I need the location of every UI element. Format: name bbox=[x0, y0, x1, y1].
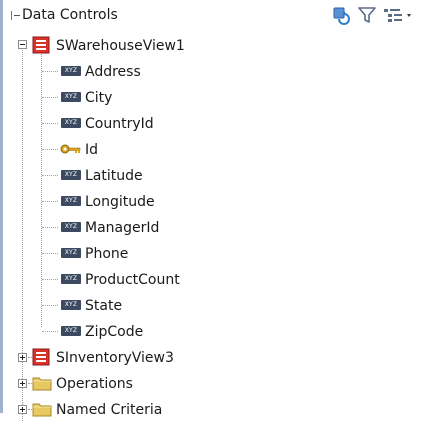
tree-node-managerid[interactable]: XYZ ManagerId bbox=[0, 216, 444, 242]
attribute-icon: XYZ bbox=[61, 66, 81, 76]
attribute-icon: XYZ bbox=[61, 170, 81, 180]
tree-connector bbox=[42, 97, 58, 98]
tree-connector bbox=[42, 149, 58, 150]
tree-connector bbox=[42, 71, 58, 72]
expand-node-icon[interactable] bbox=[18, 379, 27, 388]
tree-connector bbox=[42, 253, 58, 254]
tree-node-sinventoryview3[interactable]: SInventoryView3 bbox=[0, 346, 444, 372]
collapse-panel-icon[interactable] bbox=[11, 11, 20, 20]
tree-node-label: Longitude bbox=[85, 194, 155, 210]
refresh-icon[interactable] bbox=[330, 4, 352, 26]
tree-connector bbox=[42, 331, 58, 332]
tree-connector bbox=[42, 123, 58, 124]
tree-node-label: State bbox=[85, 298, 123, 314]
tree-connector bbox=[42, 201, 58, 202]
attribute-icon: XYZ bbox=[61, 300, 81, 310]
tree-options-icon[interactable] bbox=[381, 4, 415, 26]
tree-node-label: ManagerId bbox=[85, 220, 160, 236]
tree-node-label: Id bbox=[85, 142, 99, 158]
tree-node-longitude[interactable]: XYZ Longitude bbox=[0, 190, 444, 216]
tree-node-named-criteria[interactable]: Named Criteria bbox=[0, 398, 444, 424]
tree-node-label: Latitude bbox=[85, 168, 143, 184]
key-icon bbox=[60, 144, 81, 154]
tree-connector bbox=[42, 305, 58, 306]
tree-node-label: SWarehouseView1 bbox=[56, 38, 185, 54]
tree-connector bbox=[42, 175, 58, 176]
view-object-icon bbox=[32, 348, 50, 366]
panel-header: Data Controls bbox=[3, 0, 444, 30]
attribute-icon: XYZ bbox=[61, 196, 81, 206]
tree-node-label: City bbox=[85, 90, 113, 106]
expand-node-icon[interactable] bbox=[18, 353, 27, 362]
folder-icon bbox=[32, 403, 52, 417]
tree-node-label: CountryId bbox=[85, 116, 154, 132]
attribute-icon: XYZ bbox=[61, 118, 81, 128]
folder-icon bbox=[32, 377, 52, 391]
tree-node-address[interactable]: XYZ Address bbox=[0, 60, 444, 86]
tree-node-latitude[interactable]: XYZ Latitude bbox=[0, 164, 444, 190]
collapse-node-icon[interactable] bbox=[18, 40, 27, 49]
tree-node-zipcode[interactable]: XYZ ZipCode bbox=[0, 320, 444, 346]
attribute-icon: XYZ bbox=[61, 274, 81, 284]
attribute-icon: XYZ bbox=[61, 248, 81, 258]
attribute-icon: XYZ bbox=[61, 222, 81, 232]
tree-node-label: ProductCount bbox=[85, 272, 180, 288]
tree-node-productcount[interactable]: XYZ ProductCount bbox=[0, 268, 444, 294]
tree-node-label: Named Criteria bbox=[56, 402, 163, 418]
tree-node-label: ZipCode bbox=[85, 324, 144, 340]
filter-icon[interactable] bbox=[356, 4, 378, 26]
tree-node-state[interactable]: XYZ State bbox=[0, 294, 444, 320]
tree-node-label: SInventoryView3 bbox=[56, 350, 174, 366]
view-object-icon bbox=[32, 36, 50, 54]
tree-node-city[interactable]: XYZ City bbox=[0, 86, 444, 112]
attribute-icon: XYZ bbox=[61, 326, 81, 336]
tree-node-label: Operations bbox=[56, 376, 133, 392]
tree-node-label: Phone bbox=[85, 246, 129, 262]
tree-node-label: Address bbox=[85, 64, 141, 80]
attribute-icon: XYZ bbox=[61, 92, 81, 102]
tree-node-countryid[interactable]: XYZ CountryId bbox=[0, 112, 444, 138]
panel-title: Data Controls bbox=[22, 7, 118, 23]
tree-node-phone[interactable]: XYZ Phone bbox=[0, 242, 444, 268]
tree-connector bbox=[42, 279, 58, 280]
tree-node-operations[interactable]: Operations bbox=[0, 372, 444, 398]
data-controls-tree: SWarehouseView1 XYZ Address XYZ City XYZ… bbox=[0, 30, 444, 421]
tree-node-id[interactable]: Id bbox=[0, 138, 444, 164]
tree-node-swarehouseview1[interactable]: SWarehouseView1 bbox=[0, 34, 444, 60]
tree-connector bbox=[42, 227, 58, 228]
